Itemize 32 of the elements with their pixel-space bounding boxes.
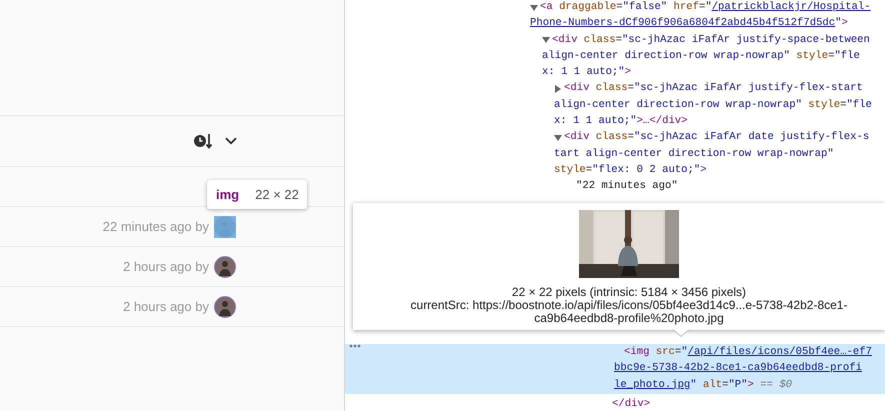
code-line: <div class="sc-jhAzac iFafAr date justify-flex-s bbox=[564, 130, 870, 146]
image-dimensions: 22 × 22 pixels (intrinsic: 5184 × 3456 pixels) bbox=[512, 285, 746, 299]
code-line: <img src="/api/files/icons/05bf4ee…-ef7 bbox=[624, 345, 872, 360]
code-line: align-center direction-row wrap-nowrap" style="fle bbox=[542, 48, 860, 64]
ellipsis-icon[interactable] bbox=[349, 344, 361, 348]
code-line: <div class="sc-jhAzac iFafAr justify-flex-start bbox=[564, 81, 863, 96]
code-line: tart align-center direction-row wrap-nowrap" bbox=[554, 146, 834, 162]
expanded-arrow-icon[interactable] bbox=[541, 36, 551, 45]
expanded-arrow-icon[interactable] bbox=[553, 133, 563, 142]
code-line: Phone-Numbers-dCf906f906a6804f2abd45b4f512f7d5dc"> bbox=[530, 16, 848, 32]
sort-by-time-icon[interactable] bbox=[193, 132, 213, 150]
tag-name: img bbox=[216, 186, 240, 204]
element-size: 22 × 22 bbox=[255, 186, 299, 204]
updated-time: 22 minutes ago by bbox=[102, 218, 209, 236]
avatar bbox=[214, 256, 236, 278]
collapsed-arrow-icon[interactable] bbox=[553, 84, 563, 94]
code-line: <div class="sc-jhAzac iFafAr justify-space-between bbox=[552, 32, 870, 48]
updated-time: 2 hours ago by bbox=[122, 258, 209, 276]
code-line: align-center direction-row wrap-nowrap" style="fle bbox=[554, 98, 872, 113]
code-line: style="flex: 0 2 auto;"> bbox=[554, 162, 707, 178]
current-src: ca9b64eedbd8-profile%20photo.jpg bbox=[534, 312, 724, 325]
avatar bbox=[214, 296, 236, 318]
code-line: "22 minutes ago" bbox=[576, 179, 678, 194]
updated-time: 2 hours ago by bbox=[122, 298, 209, 316]
code-line: bbc9e-5738-42b2-8ce1-ca9b64eedbd8-profi bbox=[614, 361, 862, 376]
code-line: <a draggable="false" href="/patrickblackjr/Hospital- bbox=[540, 0, 871, 15]
code-line: le_photo.jpg" alt="P"> == $0 bbox=[614, 378, 792, 393]
code-line: x: 1 1 auto;">…</div> bbox=[554, 114, 688, 130]
current-src: currentSrc: https://boostnote.io/api/files/icons/05bf4ee3d14c9...e-5738-42b2-8ce1- bbox=[410, 299, 848, 312]
code-line: x: 1 1 auto;"> bbox=[542, 65, 632, 80]
code-line: </div> bbox=[612, 396, 650, 411]
expanded-arrow-icon[interactable] bbox=[529, 3, 539, 12]
